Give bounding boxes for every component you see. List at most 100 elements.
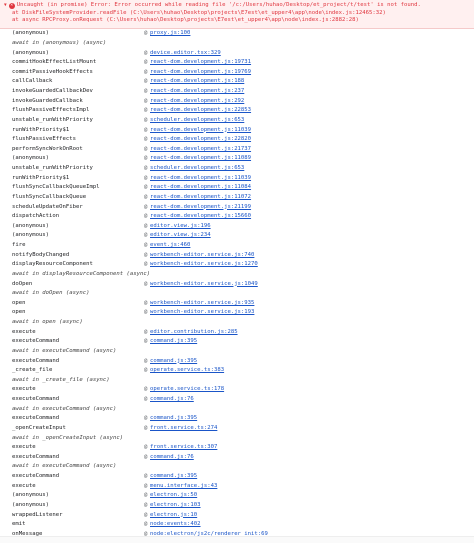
source-link[interactable]: react-dom.development.js:21737 [150,146,251,152]
source-link[interactable]: workbench-editor.service.js:1270 [150,261,258,267]
source-link[interactable]: workbench-editor.service.js:193 [150,309,254,315]
stack-frame: invokeGuardedCallback @ react-dom.developm… [12,96,474,106]
error-trace-line: at DiskFileSystemProvider.readFile (C:\U… [12,9,386,16]
source-link[interactable]: event.js:460 [150,242,190,248]
source-link[interactable]: operate.service.ts:383 [150,367,224,373]
async-label: await in _openCreateInput (async) [12,434,124,441]
source-link[interactable]: node:events:402 [150,521,201,527]
async-label: await in executeCommand (async) [12,405,117,412]
frame-function: (anonymous) [12,30,50,37]
source-link[interactable]: editor.view.js:196 [150,223,211,229]
stack-frame: fire @ event.js:460 [12,240,474,250]
stack-frame: runWithPriority$1 @ react-dom.development.… [12,125,474,135]
console-bottom-bar [0,536,474,543]
source-link[interactable]: react-dom.development.js:188 [150,78,244,84]
source-link[interactable]: command.js:395 [150,358,197,364]
frame-function: commitPassiveHookEffects [12,68,93,75]
source-link[interactable]: react-dom.development.js:22853 [150,107,251,113]
stack-frame: executeCommand @ command.js:395 [12,471,474,481]
async-label: await in open (async) [12,319,83,326]
source-link[interactable]: react-dom.development.js:237 [150,88,244,94]
async-label: await in displayResourceComponent (async… [12,270,151,277]
async-separator: await in _create_file (async) [12,375,474,385]
stack-frame: (anonymous) @ electron.js:50 [12,491,474,501]
frame-function: executeCommand [12,338,60,345]
stack-frame: (anonymous) @ device.editor.tsx:329 [12,48,474,58]
frame-function: (anonymous) [12,222,50,229]
source-link[interactable]: electron.js:10 [150,512,197,518]
source-link[interactable]: command.js:76 [150,396,194,402]
source-link[interactable]: workbench-editor.service.js:1049 [150,281,258,287]
frame-function: unstable_runWithPriority [12,165,93,172]
async-separator: await in executeCommand (async) [12,346,474,356]
stack-frame: commitHookEffectListMount @ react-dom.deve… [12,57,474,67]
source-link[interactable]: electron.js:103 [150,502,201,508]
source-link[interactable]: command.js:395 [150,415,197,421]
stack-frame: execute @ editor.contribution.js:285 [12,327,474,337]
source-link[interactable]: react-dom.development.js:19731 [150,59,251,65]
async-separator: await in doOpen (async) [12,288,474,298]
source-link[interactable]: operate.service.ts:178 [150,386,224,392]
frame-function: performSyncWorkOnRoot [12,145,83,152]
frame-function: wrappedListener [12,511,63,518]
stack-frame: scheduleUpdateOnFiber @ react-dom.developm… [12,202,474,212]
frame-function: flushSyncCallbackQueue [12,193,87,200]
source-link[interactable]: react-dom.development.js:11039 [150,175,251,181]
frame-function: flushPassiveEffects [12,136,76,143]
source-link[interactable]: proxy.js:100 [150,30,190,36]
frame-function: executeCommand [12,396,60,403]
source-link[interactable]: command.js:395 [150,473,197,479]
frame-function: displayResourceComponent [12,261,93,268]
stack-frame: open @ workbench-editor.service.js:193 [12,308,474,318]
frame-function: flushSyncCallbackQueueImpl [12,184,100,191]
error-message[interactable]: ▼ × Uncaught (in promise) Error: Error o… [0,0,474,29]
source-link[interactable]: menu.interface.js:43 [150,483,217,489]
source-link[interactable]: workbench-editor.service.js:935 [150,300,254,306]
source-link[interactable]: react-dom.development.js:19769 [150,69,251,75]
source-link[interactable]: react-dom.development.js:11072 [150,194,251,200]
stack-frame: _openCreateInput @ front.service.ts:274 [12,423,474,433]
source-link[interactable]: command.js:76 [150,454,194,460]
source-link[interactable]: workbench-editor.service.js:740 [150,252,254,258]
source-link[interactable]: front.service.ts:307 [150,444,217,450]
source-link[interactable]: react-dom.development.js:292 [150,98,244,104]
frame-function: executeCommand [12,357,60,364]
devtools-console: ▼ × Uncaught (in promise) Error: Error o… [0,0,474,543]
async-label: await in (anonymous) (async) [12,39,107,46]
source-link[interactable]: electron.js:50 [150,492,197,498]
stack-frame: callCallback @ react-dom.development.js:18… [12,77,474,87]
frame-function: open [12,299,26,306]
source-link[interactable]: device.editor.tsx:329 [150,50,221,56]
async-separator: await in _openCreateInput (async) [12,433,474,443]
stack-frame: flushSyncCallbackQueueImpl @ react-dom.dev… [12,183,474,193]
source-link[interactable]: react-dom.development.js:21199 [150,204,251,210]
async-label: await in executeCommand (async) [12,347,117,354]
frame-function: open [12,309,26,316]
frame-function: flushPassiveEffectsImpl [12,107,90,114]
async-separator: await in (anonymous) (async) [12,38,474,48]
error-text: Uncaught (in promise) Error: Error occur… [16,2,421,8]
expand-caret-icon[interactable]: ▼ [4,2,7,10]
source-link[interactable]: react-dom.development.js:11084 [150,184,251,190]
stack-frame: executeCommand @ command.js:395 [12,414,474,424]
stack-frame: notifyBodyChanged @ workbench-editor.servi… [12,250,474,260]
frame-function: doOpen [12,280,33,287]
source-link[interactable]: react-dom.development.js:15660 [150,213,251,219]
source-link[interactable]: scheduler.development.js:653 [150,165,244,171]
async-label: await in _create_file (async) [12,376,110,383]
error-line-3: at async RPCProxy.onRequest (C:\Users\hu… [4,17,470,25]
source-link[interactable]: command.js:395 [150,338,197,344]
source-link[interactable]: react-dom.development.js:11089 [150,155,251,161]
frame-function: executeCommand [12,415,60,422]
source-link[interactable]: editor.contribution.js:285 [150,329,238,335]
source-link[interactable]: front.service.ts:274 [150,425,217,431]
stack-frame: execute @ front.service.ts:307 [12,442,474,452]
async-label: await in executeCommand (async) [12,463,117,470]
stack-frame: (anonymous) @ editor.view.js:234 [12,231,474,241]
source-link[interactable]: react-dom.development.js:11039 [150,127,251,133]
source-link[interactable]: editor.view.js:234 [150,232,211,238]
frame-function: execute [12,386,36,393]
source-link[interactable]: react-dom.development.js:22820 [150,136,251,142]
call-stack: (anonymous) @ proxy.js:100 await in (anonym… [0,29,474,539]
source-link[interactable]: scheduler.development.js:653 [150,117,244,123]
